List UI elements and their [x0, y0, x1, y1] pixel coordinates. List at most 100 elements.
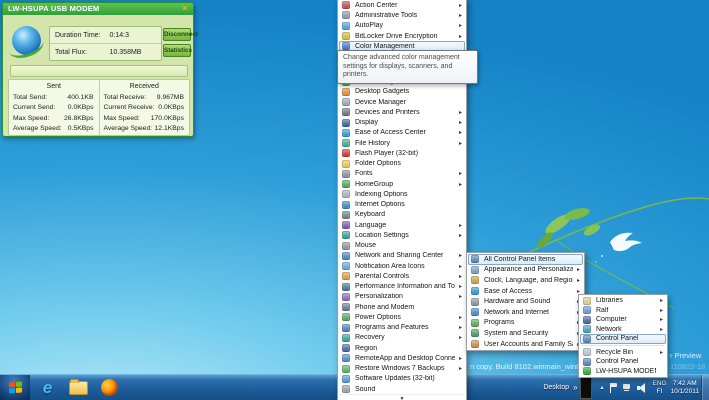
menu-item-devices-and-printers[interactable]: Devices and Printers▸	[339, 107, 465, 117]
taskbar-firefox-button[interactable]	[96, 375, 123, 400]
watermark-line2-right: 110822-18	[670, 362, 705, 371]
menu-item-all-control-panel-items[interactable]: All Control Panel Items	[468, 254, 583, 265]
taskbar-explorer-button[interactable]	[65, 375, 92, 400]
menu-item-label: Appearance and Personalization	[484, 266, 573, 273]
desktop-screen: r Preview n copy. Build 8102.winmain_win…	[0, 0, 709, 400]
clock-date: 10/1/2011	[671, 388, 699, 396]
menu-item-label: Control Panel	[596, 358, 656, 365]
menu-item-desktop-gadgets[interactable]: Desktop Gadgets	[339, 87, 465, 97]
menu-item-label: Administrative Tools	[355, 12, 455, 19]
submenu-arrow-icon: ▸	[457, 140, 462, 147]
menu-scroll-down[interactable]: ▼	[339, 394, 465, 400]
phone-and-modem-icon	[342, 303, 350, 311]
menu-item-remoteapp-and-desktop-connections[interactable]: RemoteApp and Desktop Connections▸	[339, 353, 465, 363]
menu-item-control-panel[interactable]: Control Panel	[580, 334, 666, 344]
menu-item-ease-of-access-center[interactable]: Ease of Access Center▸	[339, 128, 465, 138]
menu-item-folder-options[interactable]: Folder Options	[339, 158, 465, 168]
menu-item-indexing-options[interactable]: Indexing Options	[339, 189, 465, 199]
menu-item-recovery[interactable]: Recovery▸	[339, 333, 465, 343]
volume-tray-icon[interactable]	[636, 382, 646, 394]
submenu-arrow-icon: ▸	[457, 2, 462, 9]
menu-item-appearance-and-personalization[interactable]: Appearance and Personalization▸	[468, 265, 583, 276]
menu-item-file-history[interactable]: File History▸	[339, 138, 465, 148]
menu-item-user-accounts-and-family-safety[interactable]: User Accounts and Family Safety▸	[468, 339, 583, 350]
received-current-receive: Current Receive:0.0KBps	[100, 103, 190, 114]
menu-item-hardware-and-sound[interactable]: Hardware and Sound▸	[468, 296, 583, 307]
taskbar-app-button[interactable]	[580, 376, 592, 399]
taskbar-clock[interactable]: 7:42 AM 10/1/2011	[671, 380, 699, 396]
start-button[interactable]	[0, 375, 30, 400]
language-indicator[interactable]: ENG FI	[652, 380, 666, 396]
menu-item-internet-options[interactable]: Internet Options	[339, 199, 465, 209]
modem-titlebar[interactable]: LW-HSUPA USB MODEM ×	[3, 3, 193, 15]
total-flux-value: 10.358MB	[110, 49, 156, 56]
menu-item-keyboard[interactable]: Keyboard	[339, 210, 465, 220]
file-history-icon	[342, 139, 350, 147]
menu-item-libraries[interactable]: Libraries▸	[580, 296, 666, 306]
menu-item-network[interactable]: Network▸	[580, 325, 666, 335]
display-icon	[342, 119, 350, 127]
close-icon[interactable]: ×	[180, 3, 190, 14]
menu-item-label: File History	[355, 140, 455, 147]
menu-item-mouse[interactable]: Mouse	[339, 240, 465, 250]
desktop-toolbar[interactable]: Desktop »	[543, 383, 577, 392]
menu-item-software-updates-32-bit[interactable]: Software Updates (32-bit)	[339, 374, 465, 384]
firefox-icon	[101, 379, 118, 396]
menu-item-phone-and-modem[interactable]: Phone and Modem	[339, 302, 465, 312]
menu-item-programs[interactable]: Programs▸	[468, 318, 583, 329]
menu-item-bitlocker-drive-encryption[interactable]: BitLocker Drive Encryption▸	[339, 31, 465, 41]
menu-item-ease-of-access[interactable]: Ease of Access▸	[468, 286, 583, 297]
submenu-arrow-icon: ▸	[457, 365, 462, 372]
menu-item-label: Control Panel	[596, 335, 656, 342]
statistics-button[interactable]: Statistics	[163, 44, 191, 57]
menu-item-administrative-tools[interactable]: Administrative Tools▸	[339, 10, 465, 20]
menu-item-device-manager[interactable]: Device Manager	[339, 97, 465, 107]
menu-item-performance-information-and-tools[interactable]: Performance Information and Tools▸	[339, 281, 465, 291]
received-column: Received Total Receive:9.967MBCurrent Re…	[100, 80, 190, 135]
action-center-flag-icon[interactable]	[608, 382, 618, 394]
menu-item-control-panel[interactable]: Control Panel	[580, 357, 666, 367]
sent-header: Sent	[9, 80, 99, 92]
menu-item-label: Ralf	[596, 307, 656, 314]
toolbar-overflow-chevron-icon[interactable]: »	[573, 383, 577, 392]
menu-item-notification-area-icons[interactable]: Notification Area Icons▸	[339, 261, 465, 271]
menu-item-recycle-bin[interactable]: Recycle Bin▸	[580, 348, 666, 358]
show-desktop-button[interactable]	[701, 375, 709, 400]
disconnect-button[interactable]: Disconnect	[163, 28, 191, 41]
stat-label: Average Speed:	[13, 125, 68, 132]
taskbar-internet-explorer-button[interactable]: e	[34, 375, 61, 400]
mouse-icon	[342, 242, 350, 250]
received-total-receive: Total Receive:9.967MB	[100, 92, 190, 103]
menu-item-autoplay[interactable]: AutoPlay▸	[339, 21, 465, 31]
menu-item-homegroup[interactable]: HomeGroup▸	[339, 179, 465, 189]
menu-item-sound[interactable]: Sound	[339, 384, 465, 394]
menu-item-system-and-security[interactable]: System and Security▸	[468, 328, 583, 339]
menu-item-fonts[interactable]: Fonts▸	[339, 169, 465, 179]
menu-item-programs-and-features[interactable]: Programs and Features▸	[339, 322, 465, 332]
menu-item-location-settings[interactable]: Location Settings▸	[339, 230, 465, 240]
clock-time: 7:42 AM	[671, 380, 699, 388]
menu-item-display[interactable]: Display▸	[339, 117, 465, 127]
menu-item-network-and-sharing-center[interactable]: Network and Sharing Center▸	[339, 251, 465, 261]
menu-item-parental-controls[interactable]: Parental Controls▸	[339, 271, 465, 281]
stat-value: 12.1KBps	[155, 125, 184, 132]
menu-item-clock-language-and-region[interactable]: Clock, Language, and Region▸	[468, 275, 583, 286]
computer-icon	[583, 316, 591, 324]
menu-item-restore-windows-7-backups[interactable]: Restore Windows 7 Backups▸	[339, 363, 465, 373]
menu-item-lw-hsupa-modem[interactable]: LW-HSUPA MODEM	[580, 367, 666, 377]
menu-item-network-and-internet[interactable]: Network and Internet▸	[468, 307, 583, 318]
menu-item-language[interactable]: Language▸	[339, 220, 465, 230]
menu-item-ralf[interactable]: Ralf▸	[580, 306, 666, 316]
menu-item-computer[interactable]: Computer▸	[580, 315, 666, 325]
menu-item-action-center[interactable]: Action Center▸	[339, 0, 465, 10]
show-hidden-icons-button[interactable]: ▴	[600, 384, 603, 391]
menu-item-flash-player-32-bit[interactable]: Flash Player (32-bit)	[339, 148, 465, 158]
network-tray-icon[interactable]	[622, 382, 632, 394]
watermark-line1: r Preview	[670, 351, 701, 360]
action-center-icon	[342, 1, 350, 9]
control-panel-categories-menu: All Control Panel ItemsAppearance and Pe…	[466, 252, 585, 351]
menu-item-region[interactable]: Region	[339, 343, 465, 353]
menu-item-label: Location Settings	[355, 232, 455, 239]
menu-item-power-options[interactable]: Power Options▸	[339, 312, 465, 322]
menu-item-personalization[interactable]: Personalization▸	[339, 292, 465, 302]
